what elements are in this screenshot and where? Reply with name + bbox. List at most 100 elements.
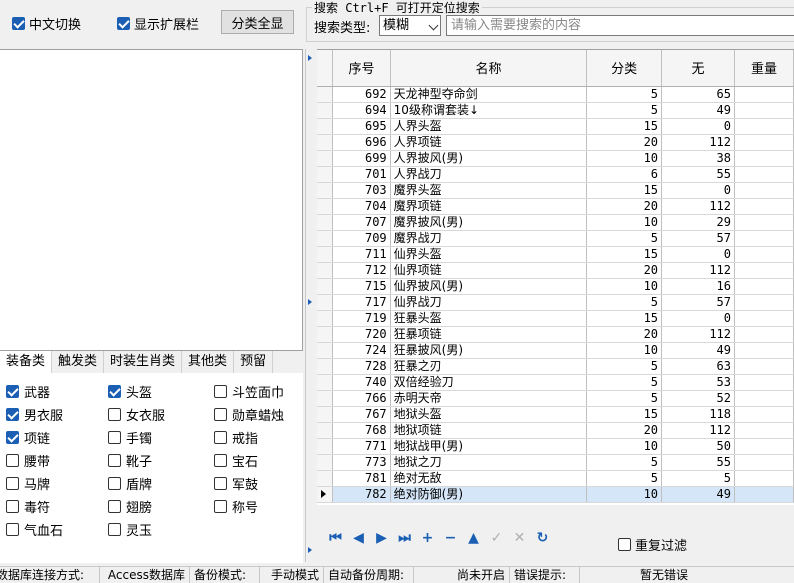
- cell-id[interactable]: 767: [332, 406, 391, 423]
- cell-name[interactable]: 天龙神型夺命剑: [390, 86, 588, 103]
- cell-id[interactable]: 692: [332, 86, 391, 103]
- splitter-arrow-icon[interactable]: [308, 547, 312, 553]
- cell-name[interactable]: 狂暴项链: [390, 326, 588, 343]
- cell-category[interactable]: 5: [586, 358, 663, 375]
- table-row[interactable]: 766 赤明天帝 5 52: [317, 390, 794, 407]
- cell-weight[interactable]: [734, 374, 794, 391]
- checkbox-box[interactable]: [214, 454, 227, 467]
- category-tab[interactable]: 触发类: [52, 351, 105, 373]
- checkbox-box[interactable]: [108, 385, 121, 398]
- cell-weight[interactable]: [734, 438, 794, 455]
- chevron-down-icon[interactable]: [428, 20, 439, 31]
- cell-category[interactable]: 5: [586, 454, 663, 471]
- cell-category[interactable]: 15: [586, 310, 663, 327]
- cell-weight[interactable]: [734, 182, 794, 199]
- cell-name[interactable]: 魔界披风(男): [390, 214, 588, 231]
- row-indicator[interactable]: [317, 390, 334, 407]
- checkbox-box[interactable]: [214, 477, 227, 490]
- checkbox-box[interactable]: [6, 477, 19, 490]
- cell-weight[interactable]: [734, 294, 794, 311]
- checkbox-box[interactable]: [108, 408, 121, 421]
- cell-id[interactable]: 701: [332, 166, 391, 183]
- cell-none[interactable]: 5: [661, 470, 735, 487]
- edit-record-icon[interactable]: ▲: [465, 530, 482, 547]
- category-checkbox[interactable]: 勋章蜡烛: [214, 405, 284, 424]
- cell-name[interactable]: 狂暴披风(男): [390, 342, 588, 359]
- column-header-category[interactable]: 分类: [586, 50, 663, 87]
- category-checkbox[interactable]: 男衣服: [6, 405, 63, 424]
- category-checkbox[interactable]: 马牌: [6, 474, 50, 493]
- cell-name[interactable]: 魔界战刀: [390, 230, 588, 247]
- cell-id[interactable]: 704: [332, 198, 391, 215]
- cell-category[interactable]: 5: [586, 86, 663, 103]
- row-indicator[interactable]: [317, 374, 334, 391]
- category-checkbox[interactable]: 项链: [6, 428, 50, 447]
- category-checkbox[interactable]: 头盔: [108, 382, 152, 401]
- last-record-icon[interactable]: ⏭: [396, 530, 413, 547]
- cell-id[interactable]: 709: [332, 230, 391, 247]
- table-row[interactable]: 717 仙界战刀 5 57: [317, 294, 794, 311]
- refresh-record-icon[interactable]: ↻: [534, 530, 551, 547]
- row-indicator[interactable]: [317, 406, 334, 423]
- checkbox-box[interactable]: [6, 500, 19, 513]
- cell-id[interactable]: 717: [332, 294, 391, 311]
- cell-id[interactable]: 782: [332, 486, 391, 503]
- table-row[interactable]: 711 仙界头盔 15 0: [317, 246, 794, 263]
- cell-name[interactable]: 魔界头盔: [390, 182, 588, 199]
- table-row[interactable]: 719 狂暴头盔 15 0: [317, 310, 794, 327]
- cell-id[interactable]: 724: [332, 342, 391, 359]
- splitter-arrow-icon[interactable]: [308, 55, 312, 61]
- cell-weight[interactable]: [734, 166, 794, 183]
- cell-none[interactable]: 57: [661, 294, 735, 311]
- category-checkbox[interactable]: 翅膀: [108, 497, 152, 516]
- checkbox-box[interactable]: [6, 408, 19, 421]
- cell-category[interactable]: 15: [586, 118, 663, 135]
- cell-id[interactable]: 695: [332, 118, 391, 135]
- cell-none[interactable]: 53: [661, 374, 735, 391]
- search-input[interactable]: 请输入需要搜索的内容: [446, 15, 794, 36]
- checkbox-box[interactable]: [108, 431, 121, 444]
- cell-id[interactable]: 699: [332, 150, 391, 167]
- category-tab[interactable]: 其他类: [182, 351, 235, 373]
- cell-category[interactable]: 20: [586, 134, 663, 151]
- cell-id[interactable]: 696: [332, 134, 391, 151]
- cell-id[interactable]: 694: [332, 102, 391, 119]
- cell-id[interactable]: 781: [332, 470, 391, 487]
- category-tab[interactable]: 预留: [234, 351, 274, 373]
- cell-weight[interactable]: [734, 486, 794, 503]
- cell-id[interactable]: 773: [332, 454, 391, 471]
- table-row[interactable]: 696 人界项链 20 112: [317, 134, 794, 151]
- table-row[interactable]: 771 地狱战甲(男) 10 50: [317, 438, 794, 455]
- prior-record-icon[interactable]: ◀: [350, 530, 367, 547]
- table-row[interactable]: 692 天龙神型夺命剑 5 65: [317, 86, 794, 103]
- category-checkbox[interactable]: 女衣服: [108, 405, 165, 424]
- row-indicator[interactable]: [317, 182, 334, 199]
- cell-id[interactable]: 712: [332, 262, 391, 279]
- checkbox-box[interactable]: [214, 385, 227, 398]
- table-row[interactable]: 728 狂暴之刃 5 63: [317, 358, 794, 375]
- category-checkbox[interactable]: 腰带: [6, 451, 50, 470]
- table-row[interactable]: 773 地狱之刀 5 55: [317, 454, 794, 471]
- cell-none[interactable]: 118: [661, 406, 735, 423]
- table-row[interactable]: 781 绝对无敌 5 5: [317, 470, 794, 487]
- cell-name[interactable]: 地狱战甲(男): [390, 438, 588, 455]
- category-checkbox[interactable]: 灵玉: [108, 520, 152, 539]
- row-indicator[interactable]: [317, 470, 334, 487]
- cell-name[interactable]: 狂暴之刃: [390, 358, 588, 375]
- cell-category[interactable]: 5: [586, 294, 663, 311]
- table-row[interactable]: 701 人界战刀 6 55: [317, 166, 794, 183]
- cell-name[interactable]: 人界项链: [390, 134, 588, 151]
- row-indicator[interactable]: [317, 278, 334, 295]
- cell-category[interactable]: 10: [586, 486, 663, 503]
- table-row[interactable]: 724 狂暴披风(男) 10 49: [317, 342, 794, 359]
- cell-weight[interactable]: [734, 454, 794, 471]
- table-row[interactable]: 720 狂暴项链 20 112: [317, 326, 794, 343]
- cell-weight[interactable]: [734, 342, 794, 359]
- checkbox-box[interactable]: [6, 431, 19, 444]
- cell-name[interactable]: 地狱项链: [390, 422, 588, 439]
- cell-id[interactable]: 715: [332, 278, 391, 295]
- column-header-weight[interactable]: 重量: [734, 50, 794, 87]
- row-indicator[interactable]: [317, 326, 334, 343]
- table-row[interactable]: 768 地狱项链 20 112: [317, 422, 794, 439]
- cell-id[interactable]: 703: [332, 182, 391, 199]
